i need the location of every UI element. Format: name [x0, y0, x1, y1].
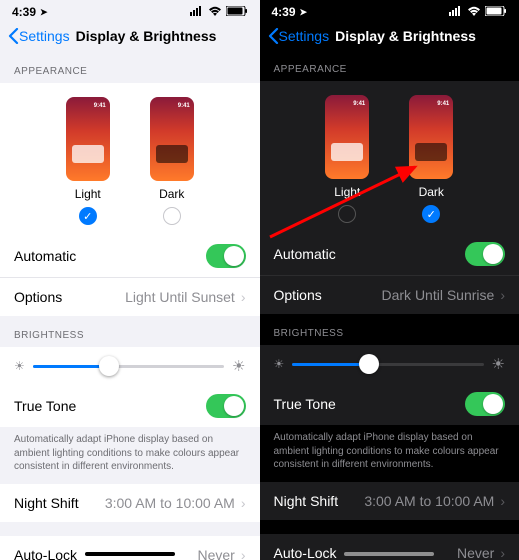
options-label: Options: [14, 289, 62, 305]
dark-option-label: Dark: [419, 185, 444, 199]
truetone-note: Automatically adapt iPhone display based…: [260, 425, 519, 482]
truetone-row: True Tone: [0, 385, 260, 427]
brightness-group: ☀︎ ☀︎ True Tone: [260, 345, 519, 425]
nightshift-label: Night Shift: [14, 495, 79, 511]
truetone-row: True Tone: [260, 383, 519, 425]
sun-low-icon: ☀︎: [14, 359, 25, 373]
chevron-left-icon: [268, 28, 279, 44]
status-time: 4:39: [12, 5, 36, 19]
autolock-row[interactable]: Auto-Lock Never ›: [0, 536, 260, 560]
autolock-row[interactable]: Auto-Lock Never ›: [260, 534, 519, 560]
nightshift-row[interactable]: Night Shift 3:00 AM to 10:00 AM ›: [0, 484, 260, 522]
home-indicator[interactable]: [344, 552, 434, 556]
nav-bar: Settings Display & Brightness: [260, 22, 519, 50]
back-button[interactable]: Settings: [268, 28, 330, 44]
nav-title: Display & Brightness: [335, 28, 476, 44]
autolock-group: Auto-Lock Never ›: [260, 534, 519, 560]
dark-radio[interactable]: [163, 207, 181, 225]
light-radio[interactable]: ✓: [79, 207, 97, 225]
truetone-label: True Tone: [14, 398, 76, 414]
nav-bar: Settings Display & Brightness: [0, 22, 260, 50]
back-label: Settings: [19, 28, 70, 44]
options-row[interactable]: Options Light Until Sunset ›: [0, 278, 260, 316]
options-detail: Light Until Sunset: [125, 289, 235, 305]
signal-icon: [449, 5, 463, 19]
nightshift-group: Night Shift 3:00 AM to 10:00 AM ›: [260, 482, 519, 520]
back-label: Settings: [279, 28, 330, 44]
dark-preview-icon: 9:41: [150, 97, 194, 181]
autolock-label: Auto-Lock: [274, 545, 337, 560]
chevron-right-icon: ›: [241, 495, 246, 511]
home-indicator[interactable]: [85, 552, 175, 556]
appearance-group: 9:41 Light 9:41 Dark ✓ Automatic Options: [260, 81, 519, 314]
chevron-right-icon: ›: [500, 493, 505, 509]
chevron-left-icon: [8, 28, 19, 44]
chevron-right-icon: ›: [500, 545, 505, 560]
chevron-right-icon: ›: [500, 287, 505, 303]
truetone-toggle[interactable]: [206, 394, 246, 418]
light-radio[interactable]: [338, 205, 356, 223]
light-option-label: Light: [75, 187, 101, 201]
appearance-option-light[interactable]: 9:41 Light: [325, 95, 369, 223]
appearance-option-dark[interactable]: 9:41 Dark: [150, 97, 194, 225]
dark-option-label: Dark: [159, 187, 184, 201]
wifi-icon: [208, 5, 222, 19]
automatic-toggle[interactable]: [206, 244, 246, 268]
autolock-group: Auto-Lock Never ›: [0, 536, 260, 560]
location-services-icon: ➤: [40, 7, 48, 18]
appearance-option-dark[interactable]: 9:41 Dark ✓: [409, 95, 453, 223]
status-bar: 4:39 ➤: [260, 0, 519, 22]
automatic-label: Automatic: [274, 246, 336, 262]
brightness-slider[interactable]: [33, 365, 224, 368]
automatic-row: Automatic: [0, 235, 260, 278]
options-row[interactable]: Options Dark Until Sunrise ›: [260, 276, 519, 314]
nightshift-group: Night Shift 3:00 AM to 10:00 AM ›: [0, 484, 260, 522]
nightshift-detail: 3:00 AM to 10:00 AM: [105, 495, 235, 511]
truetone-note: Automatically adapt iPhone display based…: [0, 427, 260, 484]
light-preview-icon: 9:41: [325, 95, 369, 179]
light-preview-icon: 9:41: [66, 97, 110, 181]
autolock-detail: Never: [197, 547, 234, 560]
brightness-header: BRIGHTNESS: [0, 316, 260, 347]
options-detail: Dark Until Sunrise: [382, 287, 495, 303]
automatic-row: Automatic: [260, 233, 519, 276]
truetone-label: True Tone: [274, 396, 336, 412]
battery-icon: [226, 5, 248, 19]
light-option-label: Light: [334, 185, 360, 199]
sun-low-icon: ☀︎: [274, 357, 285, 371]
back-button[interactable]: Settings: [8, 28, 70, 44]
phone-dark: 4:39 ➤ Settings Display & Brightness APP…: [260, 0, 519, 560]
chevron-right-icon: ›: [241, 289, 246, 305]
signal-icon: [190, 5, 204, 19]
appearance-group: 9:41 Light ✓ 9:41 Dark Automatic Options: [0, 83, 260, 316]
automatic-toggle[interactable]: [465, 242, 505, 266]
brightness-slider[interactable]: [292, 363, 483, 366]
nightshift-label: Night Shift: [274, 493, 339, 509]
autolock-label: Auto-Lock: [14, 547, 77, 560]
nav-title: Display & Brightness: [76, 28, 217, 44]
location-services-icon: ➤: [300, 7, 308, 18]
options-label: Options: [274, 287, 322, 303]
truetone-toggle[interactable]: [465, 392, 505, 416]
sun-high-icon: ☀︎: [232, 357, 245, 375]
battery-icon: [485, 5, 507, 19]
dark-radio[interactable]: ✓: [422, 205, 440, 223]
nightshift-detail: 3:00 AM to 10:00 AM: [364, 493, 494, 509]
sun-high-icon: ☀︎: [492, 355, 505, 373]
status-bar: 4:39 ➤: [0, 0, 260, 22]
autolock-detail: Never: [457, 545, 494, 560]
status-time: 4:39: [272, 5, 296, 19]
wifi-icon: [467, 5, 481, 19]
brightness-header: BRIGHTNESS: [260, 314, 519, 345]
appearance-option-light[interactable]: 9:41 Light ✓: [66, 97, 110, 225]
nightshift-row[interactable]: Night Shift 3:00 AM to 10:00 AM ›: [260, 482, 519, 520]
appearance-header: APPEARANCE: [0, 52, 260, 83]
brightness-group: ☀︎ ☀︎ True Tone: [0, 347, 260, 427]
dark-preview-icon: 9:41: [409, 95, 453, 179]
appearance-header: APPEARANCE: [260, 50, 519, 81]
automatic-label: Automatic: [14, 248, 76, 264]
phone-light: 4:39 ➤ Settings Display & Brightness APP…: [0, 0, 260, 560]
chevron-right-icon: ›: [241, 547, 246, 560]
